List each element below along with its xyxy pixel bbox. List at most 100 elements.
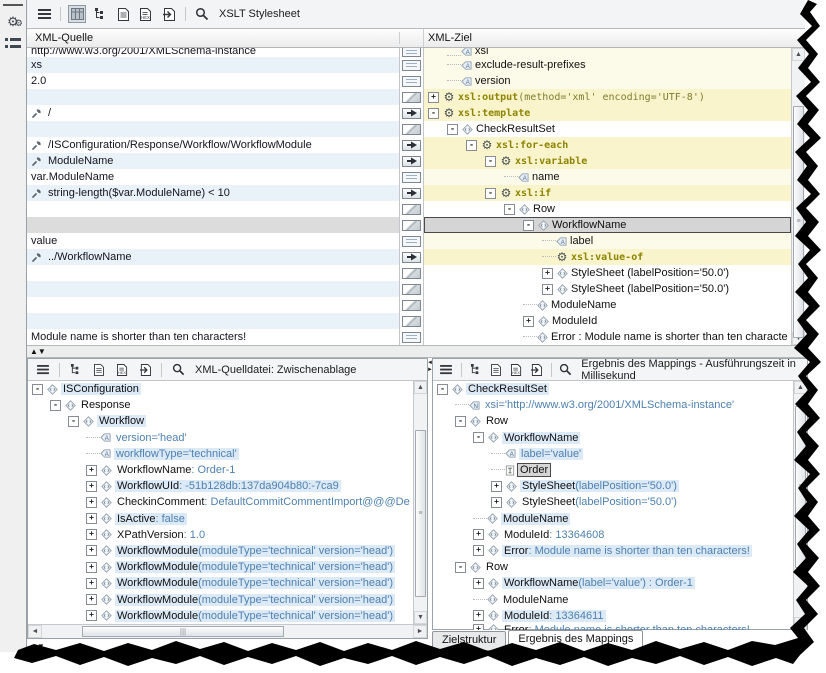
- list-icon[interactable]: [3, 34, 24, 54]
- expander-icon[interactable]: +: [86, 529, 97, 540]
- expander-icon[interactable]: +: [86, 562, 97, 573]
- mapping-source-row[interactable]: /ISConfiguration/Response/Workflow/Workf…: [27, 137, 399, 153]
- mapping-diag-button[interactable]: [402, 300, 421, 311]
- mapping-source-row[interactable]: http://www.w3.org/2001/XMLSchema-instanc…: [27, 48, 399, 57]
- mapping-source-row[interactable]: xs: [27, 57, 399, 73]
- target-tree-row[interactable]: +⚙xsl:output (method='xml' encoding='UTF…: [424, 89, 791, 105]
- expander-icon[interactable]: -: [485, 188, 496, 199]
- mapping-eq-button[interactable]: [402, 172, 421, 183]
- horizontal-splitter[interactable]: ▲▼: [27, 345, 805, 358]
- result-tree-row[interactable]: +Error : Module name is shorter than ten…: [433, 543, 793, 559]
- target-tree-row[interactable]: -CheckResultSet: [424, 121, 791, 137]
- sidebar-handle[interactable]: [3, 4, 23, 6]
- mapping-source-row[interactable]: value: [27, 233, 399, 249]
- source-tree-row[interactable]: +XPathVersion : 1.0: [28, 527, 413, 543]
- target-tree-row[interactable]: Error : Module name is shorter than ten …: [424, 329, 791, 345]
- settings-gears-icon[interactable]: ⚙⚙: [3, 12, 24, 32]
- mapping-source-row[interactable]: ModuleName: [27, 153, 399, 169]
- source-tree-row[interactable]: -ISConfiguration: [28, 381, 413, 397]
- result-tree-row[interactable]: +WorkflowName (label='value') : Order-1: [433, 575, 793, 591]
- scrollbar-track[interactable]: ≡: [794, 394, 807, 617]
- mapping-source-row[interactable]: [27, 89, 399, 105]
- expander-icon[interactable]: +: [542, 268, 553, 279]
- target-tree-row[interactable]: -⚙xsl:for-each: [424, 137, 791, 153]
- mapping-diag-button[interactable]: [402, 220, 421, 231]
- expander-icon[interactable]: +: [491, 481, 502, 492]
- mapping-eq-button[interactable]: [402, 60, 421, 71]
- scroll-right-button[interactable]: ►: [413, 625, 427, 638]
- mapping-source-row[interactable]: var.ModuleName: [27, 169, 399, 185]
- tab-ergebnis-des-mappings[interactable]: Ergebnis des Mappings: [508, 630, 643, 650]
- target-tree-row[interactable]: -⚙xsl:template: [424, 105, 791, 121]
- mapping-diag-button[interactable]: [402, 316, 421, 327]
- hamburger-menu-icon[interactable]: [439, 361, 454, 379]
- mapping-arrow-button[interactable]: [402, 140, 421, 151]
- search-icon[interactable]: [193, 5, 211, 23]
- expander-icon[interactable]: +: [473, 578, 484, 589]
- mapping-source-row[interactable]: ../WorkflowName: [27, 249, 399, 265]
- target-tree-row[interactable]: Alabel: [424, 233, 791, 249]
- expander-icon[interactable]: +: [86, 513, 97, 524]
- mapping-source-row[interactable]: [27, 121, 399, 137]
- expander-icon[interactable]: -: [447, 124, 458, 135]
- expander-icon[interactable]: +: [86, 465, 97, 476]
- expander-icon[interactable]: -: [455, 416, 466, 427]
- vertical-scrollbar[interactable]: ▲ ≡ ▼: [791, 48, 805, 345]
- result-tree-row[interactable]: ModuleName: [433, 511, 793, 527]
- expander-icon[interactable]: +: [491, 497, 502, 508]
- expander-icon[interactable]: -: [428, 108, 439, 119]
- target-tree-row[interactable]: Axsl: [424, 48, 791, 57]
- hamburger-menu-icon[interactable]: [35, 5, 53, 23]
- source-tree-row[interactable]: +WorkflowModule (moduleType='technical' …: [28, 543, 413, 559]
- mapping-source-row[interactable]: [27, 297, 399, 313]
- scroll-up-button[interactable]: ▲: [414, 381, 427, 394]
- expander-icon[interactable]: +: [86, 594, 97, 605]
- result-tree-row[interactable]: Order: [433, 462, 793, 478]
- target-tree-row[interactable]: -WorkflowName: [424, 217, 791, 233]
- mapping-diag-button[interactable]: [402, 124, 421, 135]
- result-tree-row[interactable]: +StyleSheet (labelPosition='50.0'): [433, 478, 793, 494]
- search-icon[interactable]: [169, 361, 187, 379]
- target-tree-row[interactable]: Aname: [424, 169, 791, 185]
- mapping-source-row[interactable]: Module name is shorter than ten characte…: [27, 329, 399, 345]
- scrollbar-track[interactable]: ≡: [792, 61, 805, 332]
- source-tree-row[interactable]: +CheckinComment : DefaultCommitCommentIm…: [28, 494, 413, 510]
- scrollbar-thumb[interactable]: ≡: [795, 406, 806, 568]
- target-tree-row[interactable]: +StyleSheet (labelPosition='50.0'): [424, 281, 791, 297]
- scroll-down-button[interactable]: ▼: [414, 611, 427, 624]
- import-document-icon[interactable]: [136, 361, 154, 379]
- source-tree-row[interactable]: AworkflowType='technical': [28, 446, 413, 462]
- scroll-up-button[interactable]: ▲: [792, 48, 805, 61]
- scroll-down-button[interactable]: ▼: [794, 617, 807, 630]
- mapping-eq-button[interactable]: [402, 332, 421, 343]
- expander-icon[interactable]: +: [523, 316, 534, 327]
- mapping-source-row[interactable]: [27, 313, 399, 329]
- source-tree-row[interactable]: +WorkflowModule (moduleType='technical' …: [28, 591, 413, 607]
- result-tree-row[interactable]: -Row: [433, 559, 793, 575]
- horizontal-scrollbar[interactable]: ◄ ||| ►: [28, 624, 427, 638]
- expander-icon[interactable]: +: [86, 610, 97, 621]
- vertical-scrollbar[interactable]: ▲ ≡ ▼: [413, 381, 427, 624]
- scrollbar-thumb[interactable]: ≡: [793, 106, 804, 338]
- mapping-source-row[interactable]: string-length($var.ModuleName) < 10: [27, 185, 399, 201]
- import-document-icon[interactable]: [529, 361, 544, 379]
- result-tree-row[interactable]: -CheckResultSet: [433, 381, 793, 397]
- target-tree-row[interactable]: +StyleSheet (labelPosition='50.0'): [424, 265, 791, 281]
- expander-icon[interactable]: -: [437, 384, 448, 395]
- expander-icon[interactable]: -: [523, 220, 534, 231]
- source-tree-row[interactable]: +WorkflowModule (moduleType='technical' …: [28, 575, 413, 591]
- mapping-arrow-button[interactable]: [402, 188, 421, 199]
- target-tree-row[interactable]: Aversion: [424, 73, 791, 89]
- grid-view-icon[interactable]: [68, 5, 86, 23]
- scrollbar-thumb[interactable]: ≡: [415, 430, 426, 597]
- mapping-diag-button[interactable]: [402, 92, 421, 103]
- mapping-source-row[interactable]: /: [27, 105, 399, 121]
- target-tree-row[interactable]: ModuleName: [424, 297, 791, 313]
- target-tree-row[interactable]: -Row: [424, 201, 791, 217]
- mapping-source-row[interactable]: [27, 217, 399, 233]
- mapping-eq-button[interactable]: [402, 48, 421, 57]
- target-tree-row[interactable]: +ModuleId: [424, 313, 791, 329]
- vertical-scrollbar[interactable]: ▲ ≡ ▼: [793, 381, 807, 630]
- mapping-arrow-button[interactable]: [402, 156, 421, 167]
- source-column-header[interactable]: XML-Quelle: [27, 32, 400, 44]
